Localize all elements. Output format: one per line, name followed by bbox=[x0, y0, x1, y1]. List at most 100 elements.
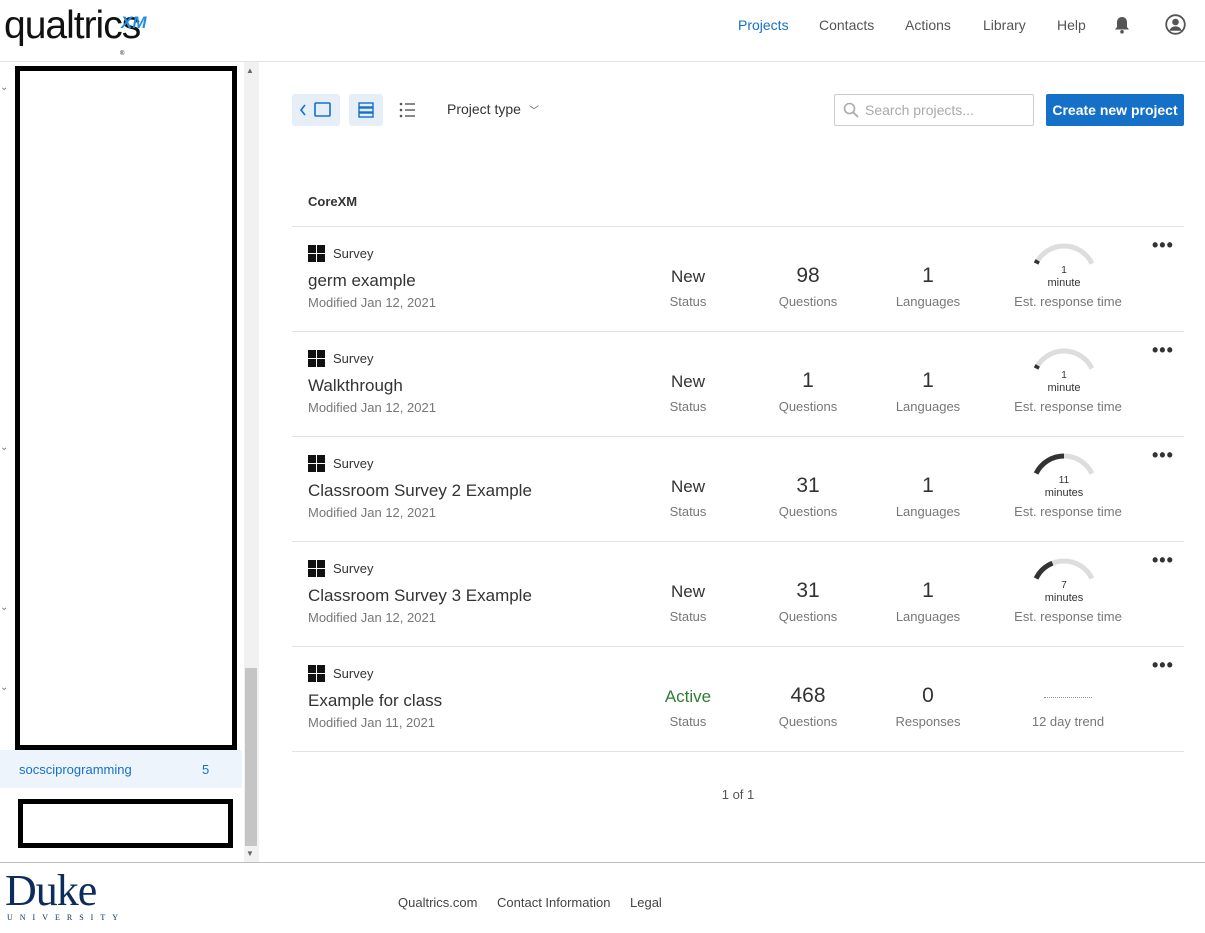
survey-type-icon bbox=[308, 245, 325, 262]
section-title: CoreXM bbox=[308, 194, 358, 209]
third-stat-value: 1 bbox=[922, 369, 934, 392]
third-stat-label: Languages bbox=[895, 294, 961, 309]
questions-value: 98 bbox=[796, 264, 820, 287]
project-name-link[interactable]: Classroom Survey 2 Example bbox=[308, 481, 532, 501]
questions-label: Questions bbox=[778, 504, 838, 519]
sidebar-item-label: socsciprogramming bbox=[19, 762, 132, 777]
project-modified-date: Modified Jan 12, 2021 bbox=[308, 295, 436, 310]
gauge-fill-arc bbox=[1033, 259, 1040, 265]
more-options-icon[interactable]: ••• bbox=[1152, 340, 1174, 361]
project-row[interactable]: Survey Example for class Modified Jan 11, … bbox=[292, 647, 1184, 752]
questions-value: 31 bbox=[796, 474, 820, 497]
third-stat-label: Languages bbox=[895, 399, 961, 414]
third-stat-value: 1 bbox=[922, 474, 934, 497]
status-label: Status bbox=[669, 609, 707, 624]
sidebar-item-count: 5 bbox=[202, 762, 210, 777]
project-modified-date: Modified Jan 11, 2021 bbox=[308, 715, 435, 730]
sidebar-item-socsciprogramming[interactable]: socsciprogramming 5 bbox=[0, 750, 242, 788]
gauge-value: 1 bbox=[1061, 265, 1067, 276]
project-name-link[interactable]: Classroom Survey 3 Example bbox=[308, 586, 532, 606]
search-icon bbox=[843, 102, 859, 118]
sidebar-scrollbar-thumb[interactable] bbox=[245, 668, 257, 846]
project-name-link[interactable]: Example for class bbox=[308, 691, 442, 711]
card-view-icon bbox=[358, 102, 374, 118]
status-label: Status bbox=[669, 294, 707, 309]
search-input[interactable] bbox=[865, 101, 1025, 119]
footer-link-legal[interactable]: Legal bbox=[630, 895, 662, 910]
questions-label: Questions bbox=[778, 294, 838, 309]
project-type-label: Project type bbox=[447, 101, 521, 117]
notifications-bell-icon[interactable] bbox=[1114, 16, 1130, 34]
gauge-fill-arc bbox=[1033, 364, 1040, 370]
gauge-unit: minutes bbox=[1044, 487, 1084, 499]
qualtrics-logo[interactable]: qualtrics XM ® bbox=[4, 4, 147, 57]
page-footer: Duke UNIVERSITY Qualtrics.com Contact In… bbox=[0, 862, 1205, 933]
project-type: Survey bbox=[333, 246, 374, 261]
scroll-down-arrow-icon[interactable]: ▼ bbox=[246, 849, 254, 858]
est-response-time-label: Est. response time bbox=[1014, 504, 1122, 519]
project-name-link[interactable]: germ example bbox=[308, 271, 416, 291]
chevron-down-icon[interactable]: ⌄ bbox=[0, 602, 8, 613]
questions-label: Questions bbox=[778, 714, 838, 729]
chevron-down-icon[interactable]: ⌄ bbox=[0, 682, 8, 693]
redacted-folder-list bbox=[15, 66, 237, 750]
project-name-link[interactable]: Walkthrough bbox=[308, 376, 403, 396]
gauge-value: 7 bbox=[1061, 580, 1067, 591]
response-time-gauge: 1 minute bbox=[1028, 346, 1100, 396]
top-header: qualtrics XM ® Projects Contacts Actions… bbox=[0, 0, 1205, 62]
questions-value: 468 bbox=[790, 684, 826, 707]
status-value: New bbox=[670, 267, 705, 286]
project-row[interactable]: Survey Classroom Survey 3 Example Modified… bbox=[292, 542, 1184, 647]
survey-type-icon bbox=[308, 665, 325, 682]
project-row[interactable]: Survey germ example Modified Jan 12, 2021 N… bbox=[292, 227, 1184, 332]
chevron-down-icon[interactable]: ⌄ bbox=[0, 442, 8, 453]
search-box[interactable] bbox=[834, 94, 1034, 126]
gauge-value: 1 bbox=[1061, 370, 1067, 381]
est-response-time-label: Est. response time bbox=[1014, 294, 1122, 309]
survey-type-icon bbox=[308, 560, 325, 577]
project-row[interactable]: Survey Classroom Survey 2 Example Modified… bbox=[292, 437, 1184, 542]
gauge-value: 11 bbox=[1058, 475, 1070, 486]
more-options-icon[interactable]: ••• bbox=[1152, 550, 1174, 571]
collapse-sidebar-button[interactable] bbox=[292, 94, 340, 126]
status-label: Status bbox=[669, 399, 707, 414]
chevron-down-icon[interactable]: ⌄ bbox=[0, 82, 8, 93]
project-type: Survey bbox=[333, 351, 374, 366]
redacted-box bbox=[18, 799, 233, 848]
scroll-up-arrow-icon[interactable]: ▲ bbox=[246, 66, 254, 75]
more-options-icon[interactable]: ••• bbox=[1152, 235, 1174, 256]
card-view-button[interactable] bbox=[349, 94, 383, 126]
gauge-unit: minute bbox=[1047, 277, 1081, 289]
status-value: New bbox=[670, 582, 705, 601]
project-row[interactable]: Survey Walkthrough Modified Jan 12, 2021 Ne… bbox=[292, 332, 1184, 437]
footer-link-qualtrics[interactable]: Qualtrics.com bbox=[398, 895, 477, 910]
response-time-gauge: 7 minutes bbox=[1028, 556, 1100, 606]
nav-help[interactable]: Help bbox=[1057, 17, 1086, 33]
project-modified-date: Modified Jan 12, 2021 bbox=[308, 505, 436, 520]
more-options-icon[interactable]: ••• bbox=[1152, 445, 1174, 466]
duke-logo: Duke bbox=[5, 866, 97, 915]
status-label: Status bbox=[669, 714, 707, 729]
pagination-indicator: 1 of 1 bbox=[721, 787, 755, 802]
nav-projects[interactable]: Projects bbox=[738, 17, 789, 33]
questions-value: 1 bbox=[802, 369, 814, 392]
more-options-icon[interactable]: ••• bbox=[1152, 655, 1174, 676]
nav-contacts[interactable]: Contacts bbox=[819, 17, 874, 33]
gauge-unit: minutes bbox=[1044, 592, 1084, 604]
project-type-dropdown[interactable]: Project type ﹀ bbox=[447, 101, 539, 117]
third-stat-value: 0 bbox=[922, 684, 934, 707]
survey-type-icon bbox=[308, 455, 325, 472]
footer-link-contact[interactable]: Contact Information bbox=[497, 895, 610, 910]
survey-type-icon bbox=[308, 350, 325, 367]
list-view-button[interactable] bbox=[392, 94, 424, 126]
user-account-icon[interactable] bbox=[1165, 14, 1186, 35]
status-label: Status bbox=[669, 504, 707, 519]
nav-actions[interactable]: Actions bbox=[905, 17, 951, 33]
est-response-time-label: Est. response time bbox=[1014, 609, 1122, 624]
third-stat-value: 1 bbox=[922, 264, 934, 287]
nav-library[interactable]: Library bbox=[983, 17, 1026, 33]
project-type: Survey bbox=[333, 561, 374, 576]
create-new-project-button[interactable]: Create new project bbox=[1046, 94, 1184, 126]
folder-sidebar: ⌄ ⌄ ⌄ ⌄ socsciprogramming 5 bbox=[0, 62, 244, 862]
questions-label: Questions bbox=[778, 609, 838, 624]
